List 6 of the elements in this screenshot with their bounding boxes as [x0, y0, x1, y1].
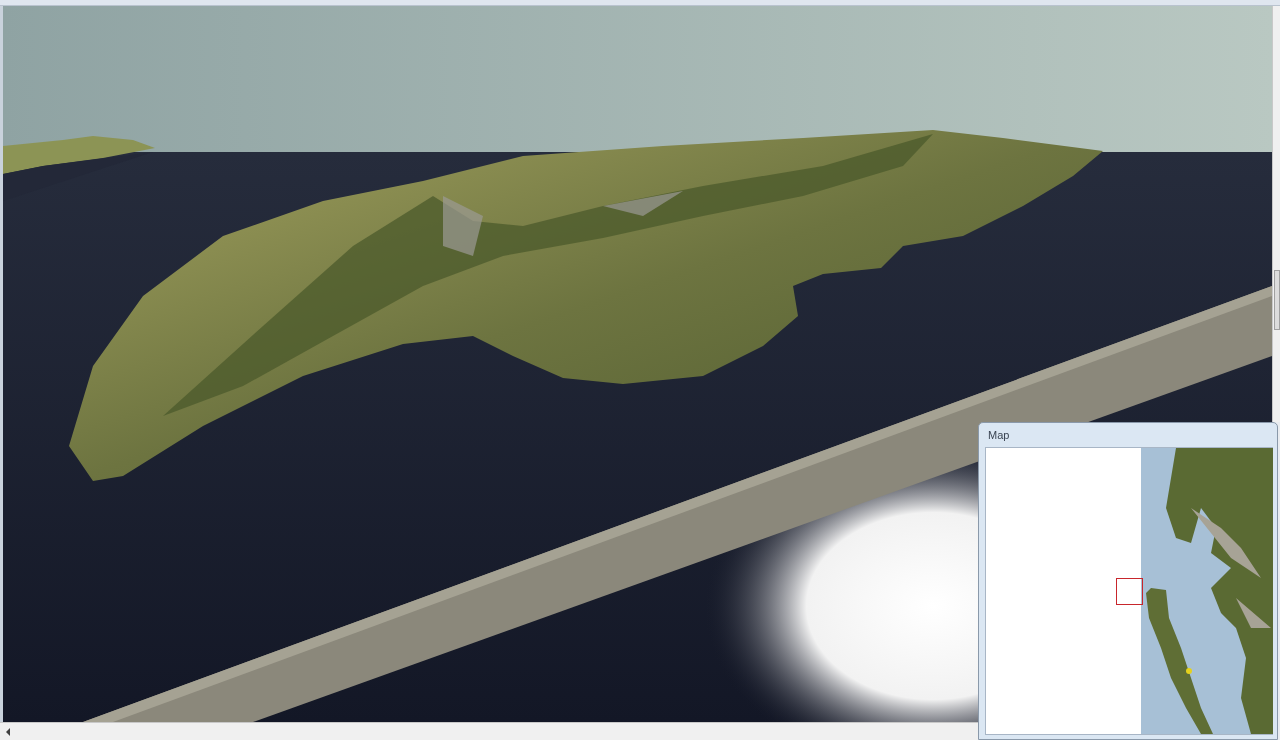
- scroll-thumb[interactable]: [1273, 270, 1280, 330]
- viewport-indicator[interactable]: [1116, 578, 1143, 605]
- scroll-left-icon[interactable]: [6, 727, 10, 736]
- vertical-scrollbar[interactable]: [1272, 6, 1280, 422]
- window-title: Map: [988, 427, 1010, 443]
- horizontal-scrollbar[interactable]: [0, 722, 978, 740]
